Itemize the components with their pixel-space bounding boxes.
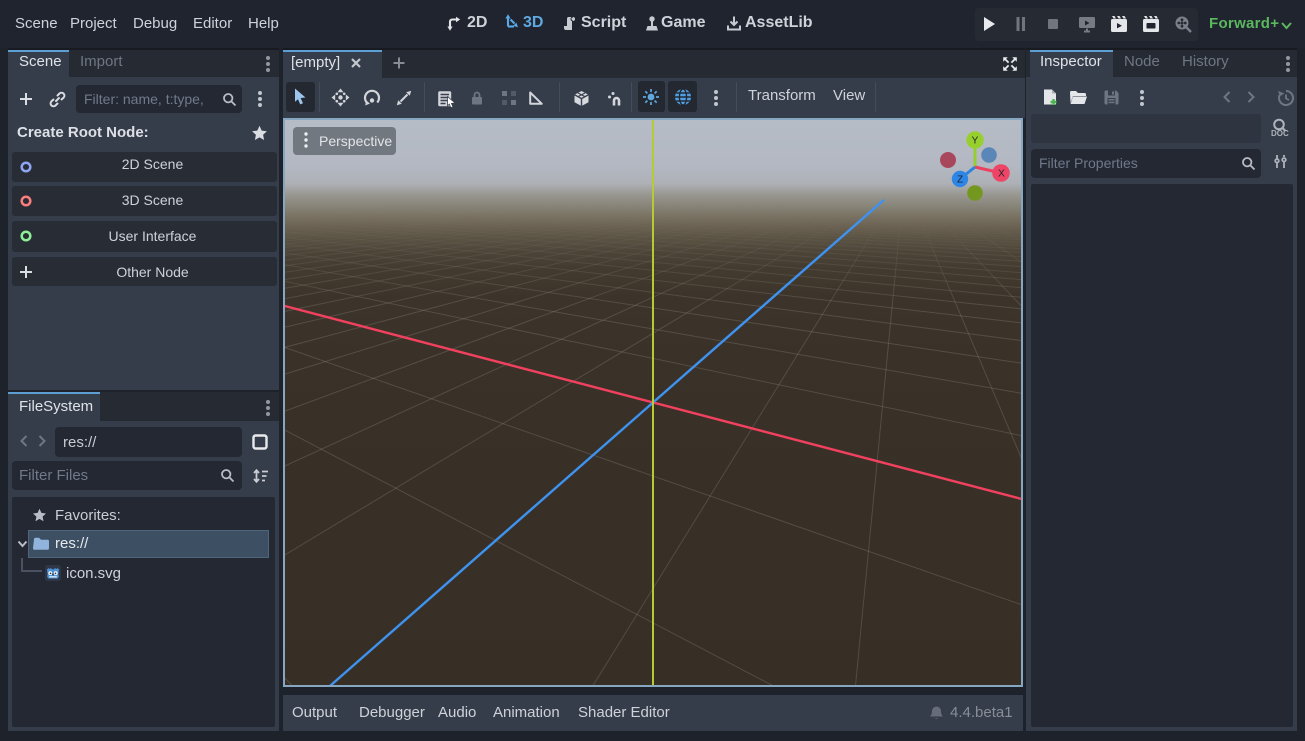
- svg-text:DOC: DOC: [1271, 129, 1289, 138]
- svg-text:Perspective: Perspective: [319, 133, 392, 149]
- svg-text:X: X: [998, 169, 1005, 180]
- svg-text:Z: Z: [957, 175, 963, 186]
- svg-text:Y: Y: [972, 136, 979, 147]
